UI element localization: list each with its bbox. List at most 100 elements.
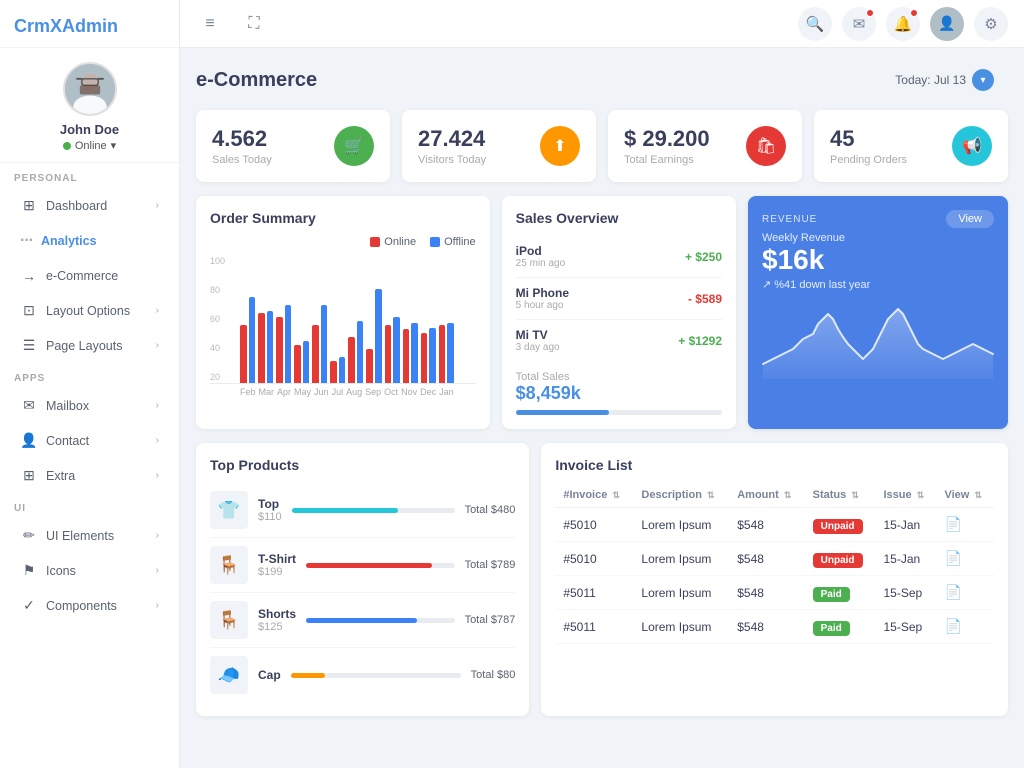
dashboard-icon: ⊞ [20,197,38,214]
revenue-label: REVENUE [762,214,817,225]
sidebar-item-contact[interactable]: 👤 Contact › [6,424,173,457]
bar-online [403,329,410,383]
mail-button[interactable]: ✉ [842,7,876,41]
product-image: 🪑 [210,601,248,639]
invoice-view[interactable]: 📄 [936,610,994,644]
sales-progress-bar [516,410,722,415]
sales-overview-card: Sales Overview iPod 25 min ago + $250 Mi… [502,196,736,429]
sidebar-username: John Doe [60,122,119,137]
month-labels: FebMarAprMayJunJulAugSepOctNovDecJan [210,384,476,397]
sidebar-item-extra[interactable]: ⊞ Extra › [6,459,173,492]
bar-offline [339,357,346,383]
contact-icon: 👤 [20,432,38,449]
sidebar-item-layout-options[interactable]: ⊡ Layout Options › [6,294,173,327]
product-item: 👕 Top $110 Total $480 [210,483,515,538]
product-info: Cap [258,668,281,682]
sidebar-item-ecommerce[interactable]: → e-Commerce [6,260,173,292]
legend-online: Online [370,236,416,248]
topbar-avatar[interactable]: 👤 [930,7,964,41]
sidebar-item-dashboard[interactable]: ⊞ Dashboard › [6,189,173,222]
avatar[interactable] [63,62,117,116]
invoice-row: #5011 Lorem Ipsum $548 Paid 15-Sep 📄 [555,576,994,610]
bar-chart-area: 100 80 60 40 20 FebMarAprMayJunJulAugSep… [210,254,476,394]
revenue-view-button[interactable]: View [946,210,994,228]
invoice-description: Lorem Ipsum [633,610,729,644]
sale-item-phone: Mi Phone 5 hour ago - $589 [516,278,722,320]
sales-value: 4.562 [212,126,272,152]
visitors-value: 27.424 [418,126,486,152]
view-icon[interactable]: 📄 [944,618,961,634]
product-total: Total $480 [465,504,516,516]
top-products-title: Top Products [210,457,515,473]
content-area: e-Commerce Today: Jul 13 ▾ 4.562 Sales T… [180,48,1024,768]
month-label: Nov [401,387,417,397]
view-icon[interactable]: 📄 [944,550,961,566]
invoice-issue: 15-Sep [875,610,936,644]
col-description: Description ⇅ [633,483,729,508]
invoice-row: #5010 Lorem Ipsum $548 Unpaid 15-Jan 📄 [555,542,994,576]
bar-group [258,311,273,383]
invoice-tbody: #5010 Lorem Ipsum $548 Unpaid 15-Jan 📄 #… [555,508,994,644]
product-total: Total $789 [465,559,516,571]
icons-icon: ⚑ [20,562,38,579]
sidebar-item-mailbox[interactable]: ✉ Mailbox › [6,389,173,422]
components-icon: ✓ [20,597,38,614]
bar-online [439,325,446,383]
dots-icon: ··· [20,232,33,250]
revenue-header: REVENUE View [762,210,994,228]
earnings-icon: 🛍 [746,126,786,166]
logo-text2: Admin [62,16,118,36]
month-label: Sep [365,387,381,397]
bar-group [439,323,454,383]
menu-toggle-icon[interactable]: ≡ [196,10,224,38]
invoice-number: #5010 [555,508,633,542]
view-icon[interactable]: 📄 [944,584,961,600]
invoice-view[interactable]: 📄 [936,576,994,610]
view-icon[interactable]: 📄 [944,516,961,532]
sidebar-item-icons[interactable]: ⚑ Icons › [6,554,173,587]
order-summary-card: Order Summary Online Offline 100 [196,196,490,429]
bar-online [385,325,392,383]
legend-online-dot [370,237,380,247]
bar-group [366,289,381,383]
status-label: Online [75,140,107,152]
ui-icon: ✏ [20,527,38,544]
invoice-row: #5010 Lorem Ipsum $548 Unpaid 15-Jan 📄 [555,508,994,542]
sidebar-item-page-layouts[interactable]: ☰ Page Layouts › [6,329,173,362]
total-sales-label: Total Sales [516,371,722,383]
date-badge: Today: Jul 13 ▾ [881,64,1008,96]
search-button[interactable]: 🔍 [798,7,832,41]
settings-button[interactable]: ⚙ [974,7,1008,41]
sidebar-item-analytics[interactable]: ··· Analytics [6,224,173,258]
invoice-status: Unpaid [805,542,876,576]
legend-offline: Offline [430,236,476,248]
expand-icon[interactable]: ⛶ [240,10,268,38]
ui-section-label: UI [0,493,179,518]
invoice-view[interactable]: 📄 [936,542,994,576]
invoice-list-title: Invoice List [555,457,994,473]
product-item: 🪑 Shorts $125 Total $787 [210,593,515,648]
sidebar-status[interactable]: Online ▾ [63,139,116,152]
logo-text1: CrmX [14,16,62,36]
bottom-row: Top Products 👕 Top $110 Total $480 🪑 T-S… [196,443,1008,716]
revenue-value: $16k [762,244,994,276]
col-amount: Amount ⇅ [729,483,804,508]
revenue-subtitle: ↗ %41 down last year [762,278,994,291]
revenue-chart [762,299,994,415]
pending-value: 45 [830,126,907,152]
sidebar-item-components[interactable]: ✓ Components › [6,589,173,622]
date-label: Today: Jul 13 [895,73,966,87]
stat-cards: 4.562 Sales Today 🛒 27.424 Visitors Toda… [196,110,1008,182]
sidebar-item-ui-elements[interactable]: ✏ UI Elements › [6,519,173,552]
bar-offline [375,289,382,383]
date-picker-button[interactable]: ▾ [972,69,994,91]
notifications-button[interactable]: 🔔 [886,7,920,41]
bar-group [330,357,345,383]
pending-label: Pending Orders [830,154,907,166]
product-info: Top $110 [258,497,282,523]
bar-group [421,328,436,383]
top-products-card: Top Products 👕 Top $110 Total $480 🪑 T-S… [196,443,529,716]
bar-offline [321,305,328,383]
invoice-view[interactable]: 📄 [936,508,994,542]
product-image: 🧢 [210,656,248,694]
